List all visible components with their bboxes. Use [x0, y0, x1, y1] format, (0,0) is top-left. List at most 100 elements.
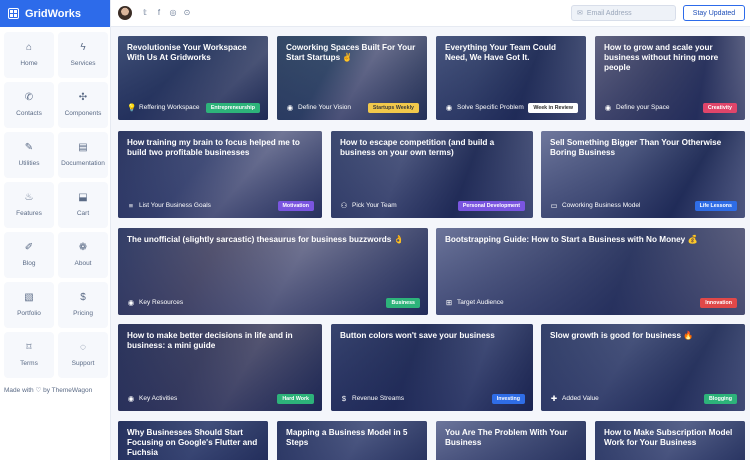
card-title: You Are The Problem With Your Business: [445, 428, 568, 447]
card-meta: ≡ List Your Business Goals: [127, 201, 211, 210]
card-meta-label: Define your Space: [616, 104, 670, 111]
card[interactable]: Slow growth is good for business 🔥 ✚ Adde…: [541, 324, 745, 411]
sidebar-item-label: Home: [20, 60, 38, 67]
sidebar-item-label: Components: [64, 110, 102, 117]
card-badge[interactable]: Hard Work: [277, 394, 314, 404]
tools-icon: ✎: [24, 142, 34, 153]
card-badge[interactable]: Motivation: [277, 201, 314, 211]
card-badge[interactable]: Blogging: [704, 394, 737, 404]
card[interactable]: You Are The Problem With Your Business: [436, 421, 586, 460]
github-icon[interactable]: ⊙: [183, 8, 191, 17]
card-title: Everything Your Team Could Need, We Have…: [445, 43, 557, 62]
social-links: 𝕥 f ◎ ⊙: [141, 8, 191, 17]
list-icon: ≡: [128, 201, 134, 210]
card[interactable]: How training my brain to focus helped me…: [118, 131, 322, 218]
email-placeholder: Email Address: [586, 9, 632, 17]
sidebar-item-components[interactable]: ✣ Components: [58, 82, 108, 128]
card-meta: $ Revenue Streams: [340, 394, 404, 403]
sidebar-item-home[interactable]: ⌂ Home: [4, 32, 54, 78]
sidebar-item-label: Utilities: [18, 160, 40, 167]
card-title: How training my brain to focus helped me…: [127, 138, 300, 157]
card[interactable]: Why Businesses Should Start Focusing on …: [118, 421, 268, 460]
card-badge[interactable]: Creativity: [702, 103, 737, 113]
card[interactable]: How to escape competition (and build a b…: [331, 131, 533, 218]
card[interactable]: Bootstrapping Guide: How to Start a Busi…: [436, 228, 745, 315]
card-badge[interactable]: Personal Development: [457, 201, 525, 211]
card-title: The unofficial (slightly sarcastic) thes…: [127, 235, 404, 244]
card[interactable]: Revolutionise Your Workspace With Us At …: [118, 36, 268, 120]
subscribe-button[interactable]: Stay Updated: [683, 5, 745, 21]
audience-icon: ⊞: [445, 298, 453, 307]
sidebar-nav: ⌂ Home ϟ Services ✆ Contacts ✣ Components ✎ U…: [4, 32, 108, 378]
card[interactable]: How to make better decisions in life and…: [118, 324, 322, 411]
card-meta-label: List Your Business Goals: [139, 202, 211, 209]
sidebar: GridWorks ⌂ Home ϟ Services ✆ Contacts ✣ Com…: [0, 0, 111, 460]
facebook-icon[interactable]: f: [155, 8, 163, 17]
sidebar-item-blog[interactable]: ✐ Blog: [4, 232, 54, 278]
card-meta: 💡 Reffering Workspace: [127, 103, 199, 112]
made-with-credit: Made with ♡ by ThemeWagon: [4, 386, 92, 394]
credit-prefix: Made with: [4, 387, 34, 394]
card-title: Bootstrapping Guide: How to Start a Busi…: [445, 235, 698, 244]
sidebar-item-services[interactable]: ϟ Services: [58, 32, 108, 78]
card-meta: ▭ Coworking Business Model: [550, 201, 640, 210]
sidebar-item-about[interactable]: ❁ About: [58, 232, 108, 278]
sidebar-item-portfolio[interactable]: ▧ Portfolio: [4, 282, 54, 328]
sidebar-item-documentation[interactable]: ▤ Documentation: [58, 132, 108, 178]
card[interactable]: Coworking Spaces Built For Your Start St…: [277, 36, 427, 120]
sidebar-item-features[interactable]: ♨ Features: [4, 182, 54, 228]
card-title: Slow growth is good for business 🔥: [550, 331, 694, 340]
sidebar-item-terms[interactable]: ⌑ Terms: [4, 332, 54, 378]
bolt-icon: ϟ: [80, 42, 86, 53]
card-badge[interactable]: Innovation: [700, 298, 737, 308]
card-meta: ⚇ Pick Your Team: [340, 201, 397, 210]
instagram-icon[interactable]: ◎: [169, 8, 177, 17]
sidebar-item-label: Terms: [20, 360, 38, 367]
avatar[interactable]: [118, 6, 132, 20]
card-badge[interactable]: Startups Weekly: [367, 103, 419, 113]
card-meta-label: Pick Your Team: [352, 202, 397, 209]
card[interactable]: Sell Something Bigger Than Your Otherwis…: [541, 131, 745, 218]
card[interactable]: How to Make Subscription Model Work for …: [595, 421, 745, 460]
sidebar-item-label: Support: [71, 360, 95, 367]
card[interactable]: The unofficial (slightly sarcastic) thes…: [118, 228, 428, 315]
card-meta-label: Revenue Streams: [352, 395, 405, 402]
card-title: How to make better decisions in life and…: [127, 331, 293, 350]
card-badge[interactable]: Business: [386, 298, 420, 308]
sidebar-item-label: Documentation: [61, 160, 105, 167]
card[interactable]: Mapping a Business Model in 5 Steps: [277, 421, 427, 460]
card-badge[interactable]: Entrepreneurship: [205, 103, 260, 113]
card-meta-label: Key Resources: [139, 299, 184, 306]
twitter-icon[interactable]: 𝕥: [141, 8, 149, 17]
sidebar-item-support[interactable]: ◌ Support: [58, 332, 108, 378]
sidebar-item-contacts[interactable]: ✆ Contacts: [4, 82, 54, 128]
resource-icon: ◉: [127, 298, 135, 307]
card-meta-label: Define Your Vision: [298, 104, 352, 111]
card[interactable]: Everything Your Team Could Need, We Have…: [436, 36, 586, 120]
pen-icon: ✐: [24, 242, 34, 253]
flame-icon: ♨: [24, 192, 34, 203]
phone-icon: ✆: [24, 92, 34, 103]
sidebar-item-cart[interactable]: ⬓ Cart: [58, 182, 108, 228]
sidebar-item-pricing[interactable]: $ Pricing: [58, 282, 108, 328]
card-title: Why Businesses Should Start Focusing on …: [127, 428, 258, 457]
card-badge[interactable]: Investing: [491, 394, 525, 404]
credit-suffix: by ThemeWagon: [43, 387, 93, 394]
card[interactable]: How to grow and scale your business with…: [595, 36, 745, 120]
card-meta-label: Target Audience: [457, 299, 504, 306]
card-badge[interactable]: Life Lessons: [694, 201, 737, 211]
card-title: Coworking Spaces Built For Your Start St…: [286, 43, 416, 62]
card-badge[interactable]: Week in Review: [528, 103, 578, 113]
mail-icon: ✉: [577, 10, 583, 17]
card[interactable]: Button colors won't save your business $…: [331, 324, 533, 411]
chat-icon: ◌: [80, 342, 86, 353]
sidebar-item-utilities[interactable]: ✎ Utilities: [4, 132, 54, 178]
lock-icon: ⌑: [26, 342, 32, 353]
target-icon: ◉: [286, 103, 294, 112]
plus-icon: ✚: [550, 394, 558, 403]
cart-icon: ⬓: [78, 192, 88, 203]
email-field[interactable]: ✉ Email Address: [571, 5, 676, 21]
target-icon: ◉: [445, 103, 453, 112]
dollar-icon: $: [80, 292, 86, 303]
brand-bar[interactable]: GridWorks: [0, 0, 110, 27]
